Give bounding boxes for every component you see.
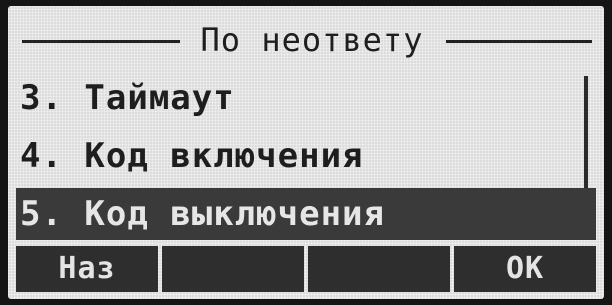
title-bar: По неответу bbox=[8, 18, 604, 62]
device-bezel: По неответу 3. Таймаут 4. Код включения … bbox=[0, 0, 612, 305]
softkey-3[interactable] bbox=[308, 246, 450, 292]
title-divider-left bbox=[22, 40, 180, 43]
menu-item-enable-code[interactable]: 4. Код включения bbox=[20, 130, 582, 182]
lcd-screen: По неответу 3. Таймаут 4. Код включения … bbox=[8, 6, 604, 299]
back-softkey[interactable]: Наз bbox=[16, 246, 158, 292]
menu-item-timeout[interactable]: 3. Таймаут bbox=[20, 72, 582, 124]
title-divider-right bbox=[446, 40, 592, 43]
softkey-2[interactable] bbox=[162, 246, 304, 292]
ok-softkey[interactable]: OK bbox=[454, 246, 596, 292]
screen-title: По неответу bbox=[200, 21, 424, 59]
menu-item-disable-code[interactable]: 5. Код выключения bbox=[16, 188, 596, 240]
scrollbar bbox=[584, 76, 588, 188]
softkey-bar: Наз OK bbox=[16, 246, 596, 292]
